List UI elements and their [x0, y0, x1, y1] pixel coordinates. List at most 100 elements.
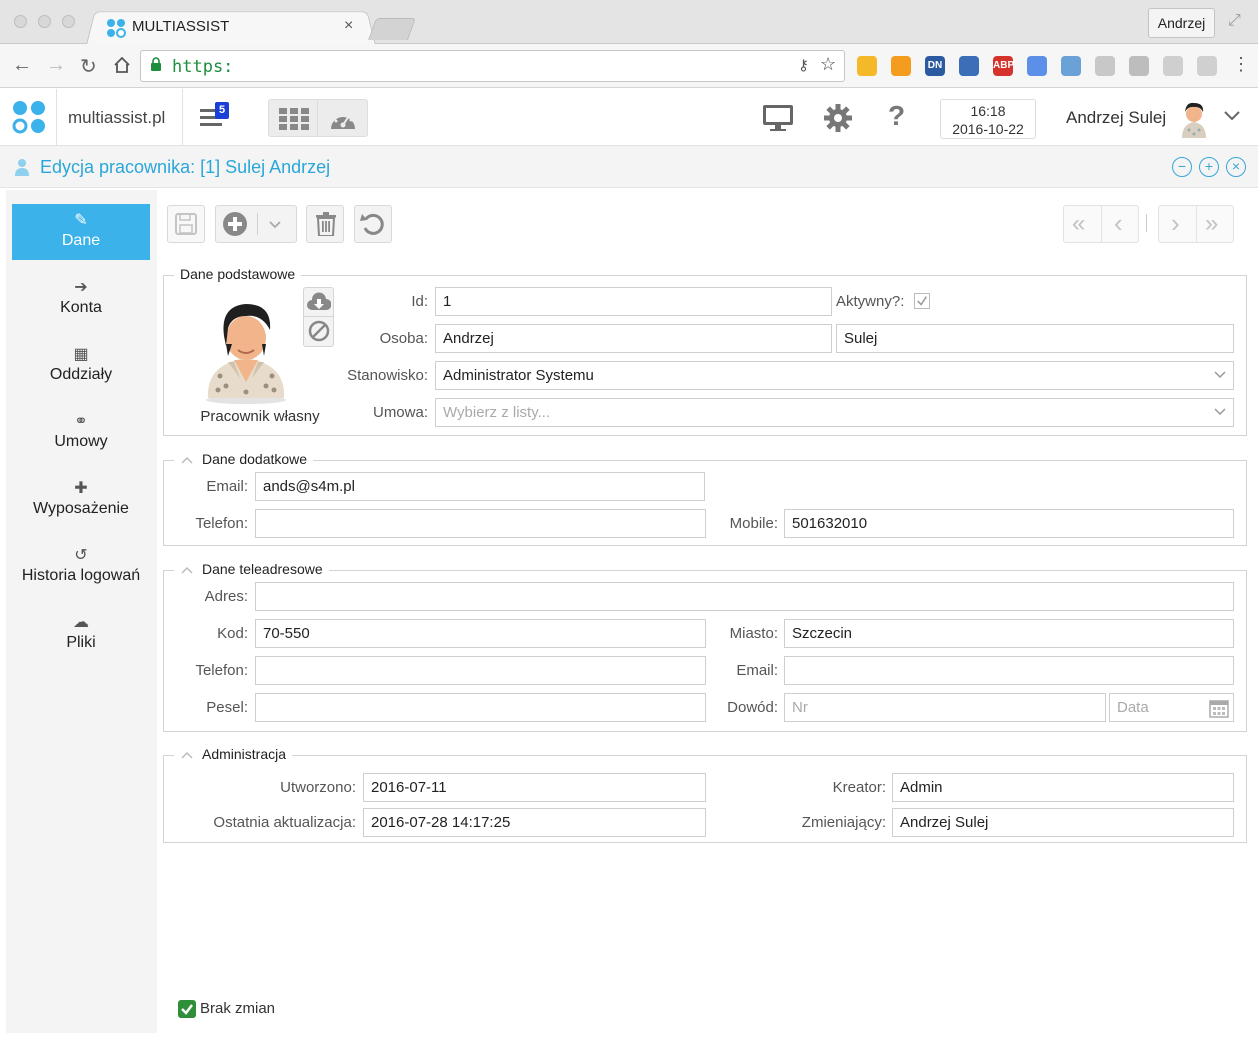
sidebar-item-label: Konta [60, 299, 102, 316]
pesel-label: Pesel: [206, 699, 248, 716]
fieldset-legend[interactable]: Administracja [174, 746, 293, 762]
mobile-field[interactable]: 501632010 [784, 509, 1234, 538]
contract-select[interactable]: Wybierz z listy... [435, 398, 1234, 427]
bookmark-star-icon[interactable]: ☆ [820, 54, 836, 75]
save-button[interactable] [167, 205, 205, 243]
chevron-down-icon [1214, 408, 1226, 416]
reload-icon[interactable]: ↻ [80, 54, 97, 79]
browser-menu-icon[interactable]: ⋮ [1232, 54, 1250, 75]
minimize-panel-icon[interactable]: − [1172, 157, 1192, 177]
grid-icon [279, 108, 309, 130]
zip-label: Kod: [217, 625, 248, 642]
new-tab-button[interactable] [367, 18, 417, 40]
tc-ext-icon[interactable] [1163, 56, 1183, 76]
dn-ext-icon[interactable]: DN [925, 56, 945, 76]
last-name-field[interactable]: Sulej [836, 324, 1234, 353]
sidebar-item-label: Umowy [54, 433, 108, 450]
url-text[interactable]: https: [172, 57, 233, 77]
screen-ext-icon[interactable] [1061, 56, 1081, 76]
grid-ext-icon[interactable] [1197, 56, 1217, 76]
zip-field[interactable]: 70-550 [255, 619, 706, 648]
id-doc-number-field[interactable]: Nr [784, 693, 1106, 722]
zoom-window-button[interactable] [62, 15, 75, 28]
delete-button[interactable] [306, 205, 344, 243]
browser-tab-active[interactable] [86, 11, 376, 45]
app-domain[interactable]: multiassist.pl [68, 108, 165, 128]
clear-photo-button[interactable] [303, 317, 334, 347]
modifier-field[interactable]: Andrzej Sulej [892, 808, 1234, 837]
apps-grid-button[interactable] [268, 99, 318, 137]
user-name[interactable]: Andrzej Sulej [1066, 108, 1166, 128]
person-label: Osoba: [379, 330, 428, 347]
address-phone-field[interactable] [255, 656, 706, 685]
minimize-window-button[interactable] [38, 15, 51, 28]
globe-ext-icon[interactable] [959, 56, 979, 76]
id-doc-date-field[interactable]: Data [1109, 693, 1234, 722]
back-icon[interactable]: ← [12, 54, 32, 77]
fieldset-legend-text: Administracja [202, 746, 287, 762]
address-field[interactable] [255, 582, 1234, 611]
drive-ext-icon[interactable] [1129, 56, 1149, 76]
phone-field[interactable] [255, 509, 706, 538]
calendar-icon[interactable] [1209, 698, 1229, 718]
forward-icon[interactable]: → [46, 54, 66, 77]
bookmark-ext-icon[interactable] [857, 56, 877, 76]
sidebar-item-wyposazenie[interactable]: ✚ Wyposażenie [12, 472, 150, 528]
edit-icon: ✎ [74, 212, 88, 229]
fieldset-legend[interactable]: Dane teleadresowe [174, 561, 329, 577]
chevron-up-icon [181, 457, 193, 464]
active-checkbox[interactable] [914, 293, 930, 309]
browser-profile-button[interactable]: Andrzej [1148, 8, 1215, 38]
maximize-panel-icon[interactable]: + [1199, 157, 1219, 177]
gear-icon[interactable] [824, 104, 852, 132]
add-button[interactable] [215, 205, 297, 243]
first-record-icon[interactable]: « [1072, 210, 1085, 238]
creator-field[interactable]: Admin [892, 773, 1234, 802]
monitor-icon[interactable] [762, 104, 794, 132]
building-icon: ▦ [73, 346, 89, 363]
email-field[interactable]: ands@s4m.pl [255, 472, 705, 501]
app-logo-icon[interactable] [12, 100, 46, 134]
translate-ext-icon[interactable] [1027, 56, 1047, 76]
close-window-button[interactable] [14, 15, 27, 28]
rss-ext-icon[interactable] [891, 56, 911, 76]
city-field[interactable]: Szczecin [784, 619, 1234, 648]
next-record-icon[interactable]: › [1171, 208, 1180, 239]
pesel-field[interactable] [255, 693, 706, 722]
close-panel-icon[interactable]: × [1226, 157, 1246, 177]
ban-icon [308, 320, 330, 342]
help-icon[interactable]: ? [888, 100, 905, 132]
address-email-field[interactable] [784, 656, 1234, 685]
abp-ext-icon[interactable]: ABP [993, 56, 1014, 76]
cube-ext-icon[interactable] [1095, 56, 1115, 76]
prev-record-icon[interactable]: ‹ [1114, 208, 1123, 239]
save-icon [175, 213, 197, 235]
sidebar-item-konta[interactable]: ➔ Konta [12, 271, 150, 327]
pager-forward-group: › » [1158, 205, 1234, 243]
position-select[interactable]: Administrator Systemu [435, 361, 1234, 390]
chevron-down-icon[interactable] [1223, 110, 1241, 122]
id-field[interactable]: 1 [435, 287, 832, 316]
fullscreen-icon[interactable]: ⤢ [1228, 12, 1241, 30]
created-field[interactable]: 2016-07-11 [363, 773, 706, 802]
chevron-down-icon[interactable] [268, 220, 282, 230]
home-icon[interactable] [113, 56, 131, 74]
tab-close-icon[interactable]: × [344, 17, 353, 35]
mobile-label: Mobile: [729, 515, 778, 532]
updated-field[interactable]: 2016-07-28 14:17:25 [363, 808, 706, 837]
fieldset-legend[interactable]: Dane dodatkowe [174, 451, 314, 467]
page-title: Edycja pracownika: [1] Sulej Andrzej [40, 157, 331, 177]
sidebar-item-historia-logowan[interactable]: ↺ Historia logowań [12, 539, 150, 595]
user-avatar[interactable] [1178, 100, 1210, 138]
sidebar-item-oddzialy[interactable]: ▦ Oddziały [12, 338, 150, 394]
address-bar[interactable] [140, 50, 845, 82]
first-name-field[interactable]: Andrzej [435, 324, 832, 353]
key-icon[interactable]: ⚷ [798, 56, 809, 74]
sidebar-item-dane[interactable]: ✎ Dane [12, 204, 150, 260]
dashboard-button[interactable] [317, 99, 368, 137]
sidebar-item-pliki[interactable]: ☁ Pliki [12, 606, 150, 662]
sidebar-item-umowy[interactable]: ⚭ Umowy [12, 405, 150, 461]
upload-photo-button[interactable] [303, 287, 334, 317]
last-record-icon[interactable]: » [1205, 210, 1218, 238]
undo-button[interactable] [354, 205, 392, 243]
